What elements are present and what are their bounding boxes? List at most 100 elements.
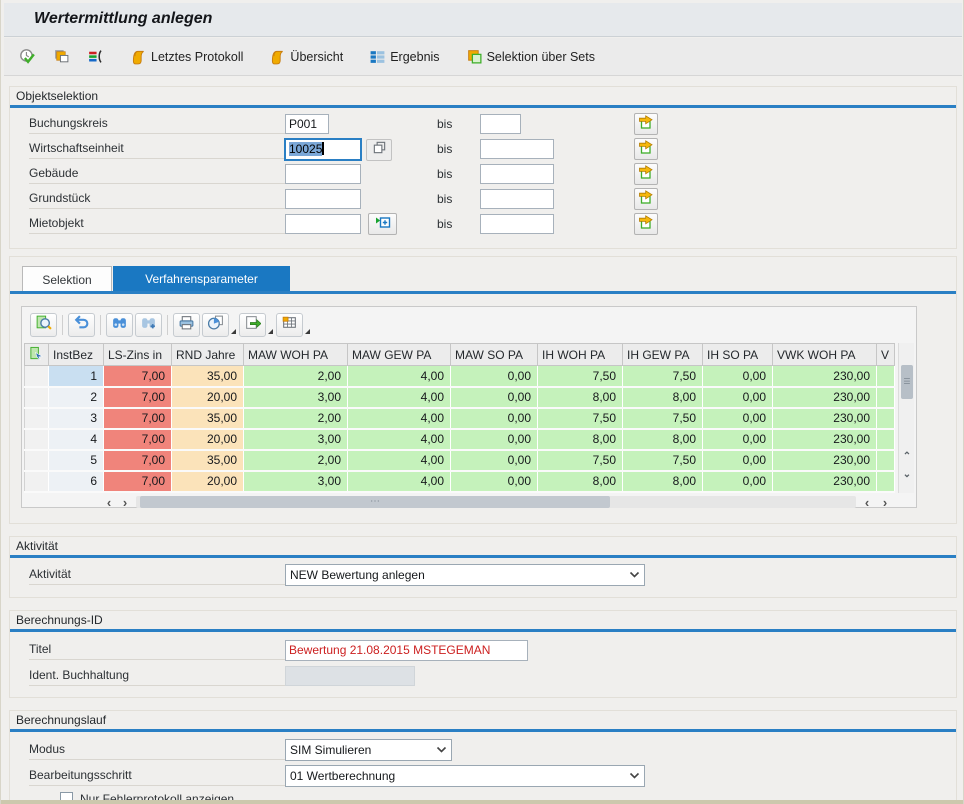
selection-via-sets-button[interactable]: Selektion über Sets — [461, 44, 600, 70]
grundstueck-multiselect-button[interactable] — [634, 188, 658, 210]
grid-column-header[interactable]: RND Jahre — [172, 344, 244, 366]
grid-cell[interactable]: 35,00 — [172, 450, 244, 471]
grid-cell[interactable]: 0,00 — [451, 429, 538, 450]
chart-dropdown-arrow[interactable] — [231, 329, 236, 334]
grundstueck-input[interactable] — [285, 189, 361, 209]
layout-dropdown-arrow[interactable] — [305, 329, 310, 334]
titel-input[interactable]: Bewertung 21.08.2015 MSTEGEMAN — [285, 640, 528, 661]
grid-cell[interactable]: 2,00 — [244, 366, 348, 387]
grid-cell[interactable]: 7,50 — [538, 408, 623, 429]
grid-cell[interactable]: 4,00 — [348, 450, 451, 471]
grid-cell[interactable]: 230,00 — [773, 366, 877, 387]
find-next-button[interactable] — [135, 313, 162, 337]
grid-cell[interactable]: 7,50 — [538, 366, 623, 387]
grid-cell[interactable]: 20,00 — [172, 471, 244, 492]
modus-select[interactable]: SIM Simulieren — [285, 739, 452, 761]
grid-column-header[interactable]: V — [877, 344, 895, 366]
tab-selektion[interactable]: Selektion — [22, 266, 112, 292]
grid-cell[interactable]: 8,00 — [538, 429, 623, 450]
grid-cell[interactable]: 8,00 — [538, 471, 623, 492]
grid-cell[interactable]: 8,00 — [623, 471, 703, 492]
grid-cell[interactable]: 230,00 — [773, 450, 877, 471]
grid-column-header[interactable]: VWK WOH PA — [773, 344, 877, 366]
grid-cell[interactable]: 20,00 — [172, 387, 244, 408]
mietobjekt-create-button[interactable] — [368, 213, 397, 235]
grid-cell[interactable] — [877, 450, 895, 471]
mietobjekt-multiselect-button[interactable] — [634, 213, 658, 235]
grid-row-mark-cell[interactable] — [25, 366, 49, 387]
grid-cell[interactable]: 7,00 — [104, 471, 172, 492]
result-button[interactable]: Ergebnis — [364, 44, 444, 70]
grid-cell[interactable]: 7,50 — [538, 450, 623, 471]
grid-row-mark-cell[interactable] — [25, 408, 49, 429]
chart-button[interactable] — [202, 313, 229, 337]
grid-cell[interactable]: 7,00 — [104, 429, 172, 450]
overview-button[interactable]: Übersicht — [264, 44, 348, 70]
grid-cell[interactable]: 2,00 — [244, 450, 348, 471]
grid-column-header[interactable]: MAW WOH PA — [244, 344, 348, 366]
selection-options-button[interactable] — [82, 44, 109, 70]
grid-row-mark-cell[interactable] — [25, 450, 49, 471]
grid-column-header[interactable]: MAW SO PA — [451, 344, 538, 366]
grid-column-header[interactable]: IH SO PA — [703, 344, 773, 366]
grid-cell[interactable]: 0,00 — [703, 471, 773, 492]
grid-column-header[interactable]: IH GEW PA — [623, 344, 703, 366]
print-button[interactable] — [173, 313, 200, 337]
grid-cell[interactable]: 7,00 — [104, 450, 172, 471]
grid-cell[interactable]: 5 — [49, 450, 104, 471]
grid-cell[interactable]: 3,00 — [244, 471, 348, 492]
vertical-scrollbar[interactable]: ☰ ⌃ ⌄ — [898, 343, 914, 493]
buchungskreis-multiselect-button[interactable] — [634, 113, 658, 135]
gebaeude-input[interactable] — [285, 164, 361, 184]
grid-cell[interactable]: 4,00 — [348, 429, 451, 450]
grid-cell[interactable]: 0,00 — [703, 429, 773, 450]
tab-verfahrensparameter[interactable]: Verfahrensparameter — [113, 266, 290, 292]
wirtschaftseinheit-input[interactable]: 10025 — [284, 138, 362, 161]
grid-cell[interactable] — [877, 429, 895, 450]
grid-cell[interactable]: 7,00 — [104, 366, 172, 387]
grid-cell[interactable]: 8,00 — [623, 387, 703, 408]
grid-cell[interactable]: 0,00 — [451, 408, 538, 429]
grid-cell[interactable]: 7,00 — [104, 387, 172, 408]
details-button[interactable] — [30, 313, 57, 337]
grid-cell[interactable]: 230,00 — [773, 429, 877, 450]
copy-object-button[interactable] — [48, 44, 75, 70]
grundstueck-bis-input[interactable] — [480, 189, 554, 209]
gebaeude-bis-input[interactable] — [480, 164, 554, 184]
scroll-left-end-icon[interactable]: ‹ — [860, 495, 874, 510]
last-protocol-button[interactable]: Letztes Protokoll — [125, 44, 248, 70]
grid-column-header[interactable]: LS-Zins in — [104, 344, 172, 366]
grid-mark-column-header[interactable] — [25, 344, 49, 366]
bearbeitungsschritt-select[interactable]: 01 Wertberechnung — [285, 765, 645, 787]
grid-cell[interactable]: 4,00 — [348, 366, 451, 387]
undo-button[interactable] — [68, 313, 95, 337]
grid-column-header[interactable]: IH WOH PA — [538, 344, 623, 366]
grid-cell[interactable]: 0,00 — [703, 387, 773, 408]
grid-cell[interactable]: 4 — [49, 429, 104, 450]
grid-cell[interactable]: 230,00 — [773, 387, 877, 408]
buchungskreis-bis-input[interactable] — [480, 114, 521, 134]
horizontal-scrollbar-thumb[interactable]: ⋯ — [140, 496, 610, 508]
grid-cell[interactable]: 0,00 — [451, 471, 538, 492]
grid-column-header[interactable]: InstBez — [49, 344, 104, 366]
export-button[interactable] — [239, 313, 266, 337]
grid-cell[interactable]: 230,00 — [773, 471, 877, 492]
grid-cell[interactable]: 7,50 — [623, 366, 703, 387]
grid-cell[interactable]: 20,00 — [172, 429, 244, 450]
export-dropdown-arrow[interactable] — [268, 329, 273, 334]
grid-cell[interactable]: 6 — [49, 471, 104, 492]
mietobjekt-bis-input[interactable] — [480, 214, 554, 234]
find-button[interactable] — [106, 313, 133, 337]
wirtschaftseinheit-matchcode-button[interactable] — [366, 139, 392, 161]
grid-cell[interactable]: 0,00 — [451, 387, 538, 408]
grid-column-header[interactable]: MAW GEW PA — [348, 344, 451, 366]
execute-button[interactable] — [14, 44, 41, 70]
grid-row-mark-cell[interactable] — [25, 387, 49, 408]
grid-cell[interactable]: 230,00 — [773, 408, 877, 429]
wirtschaftseinheit-multiselect-button[interactable] — [634, 138, 658, 160]
wirtschaftseinheit-bis-input[interactable] — [480, 139, 554, 159]
grid-cell[interactable]: 7,50 — [623, 450, 703, 471]
grid-cell[interactable]: 4,00 — [348, 408, 451, 429]
grid-cell[interactable]: 35,00 — [172, 366, 244, 387]
layout-button[interactable] — [276, 313, 303, 337]
